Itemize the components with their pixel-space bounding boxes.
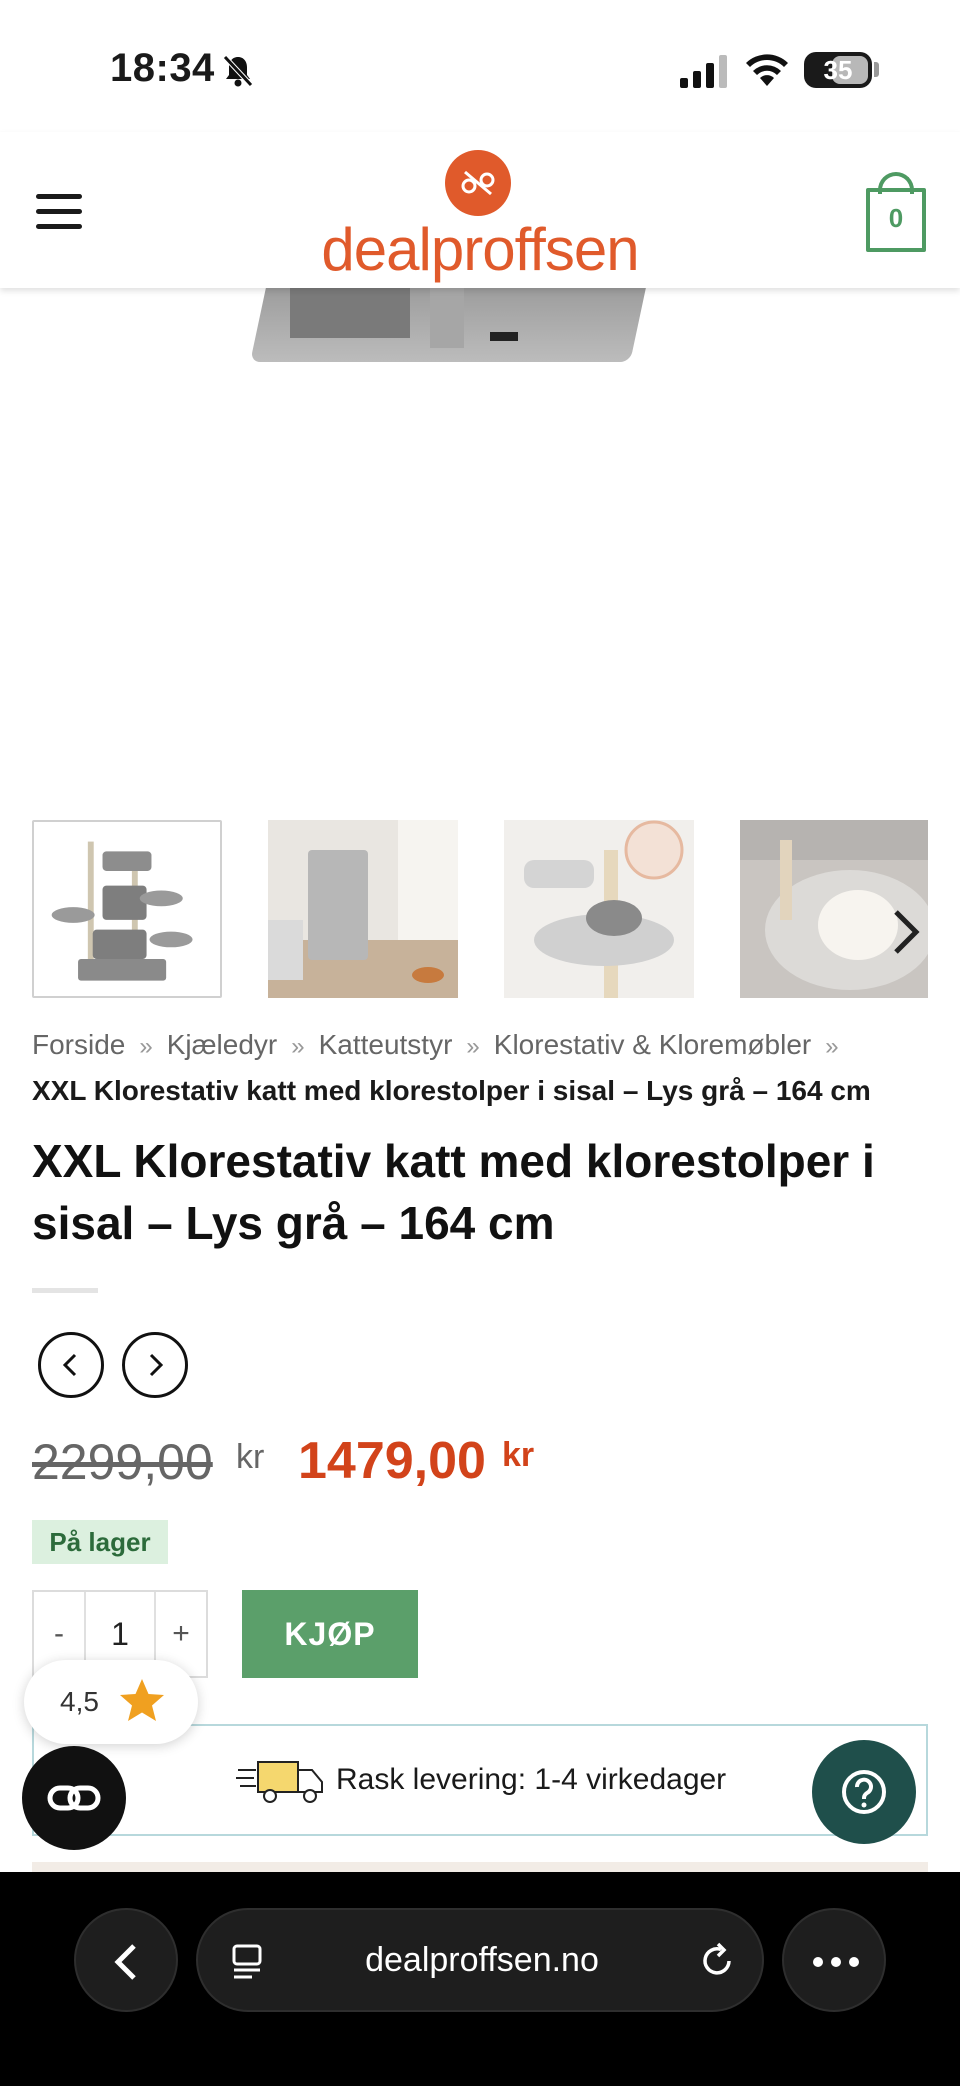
- link-icon: [47, 1785, 101, 1811]
- thumbnail-2[interactable]: [268, 820, 458, 998]
- cat-tree-post: [430, 288, 464, 348]
- browser-toolbar: dealproffsen.no: [0, 1872, 960, 2086]
- more-dots-icon: [813, 1957, 859, 1967]
- content-below: [32, 1862, 928, 1872]
- stock-badge: På lager: [32, 1520, 168, 1564]
- delivery-truck-icon: [236, 1761, 323, 1803]
- breadcrumb-item[interactable]: Katteutstyr: [319, 1029, 453, 1060]
- breadcrumb-separator: »: [825, 1033, 839, 1060]
- price-new: 1479,00: [298, 1432, 486, 1490]
- breadcrumb-item[interactable]: Forside: [32, 1029, 125, 1060]
- url-text: dealproffsen.no: [365, 1941, 599, 1979]
- breadcrumb-current: XXL Klorestativ katt med klorestolper i …: [32, 1075, 871, 1106]
- buy-button[interactable]: KJØP: [242, 1590, 418, 1678]
- bell-muted-icon: [223, 55, 253, 87]
- logo-mark-icon: [445, 150, 511, 216]
- cat-tree-label: [490, 332, 518, 341]
- previous-product-button[interactable]: [38, 1332, 104, 1398]
- reload-icon[interactable]: [696, 1940, 738, 1982]
- help-button[interactable]: [812, 1740, 916, 1844]
- product-title: XXL Klorestativ katt med klorestolper i …: [32, 1135, 875, 1249]
- battery-tip: [874, 62, 879, 77]
- wifi-icon: [746, 54, 788, 86]
- price-old-currency: kr: [236, 1438, 265, 1476]
- title-divider: [32, 1288, 98, 1293]
- question-icon: [842, 1770, 886, 1814]
- address-bar[interactable]: dealproffsen.no: [196, 1908, 764, 2012]
- link-button[interactable]: [22, 1746, 126, 1850]
- browser-back-button[interactable]: [74, 1908, 178, 2012]
- cat-tree-cube: [290, 288, 410, 338]
- star-icon: [120, 1679, 164, 1721]
- site-header: dealproffsen 0: [0, 132, 960, 288]
- more-options-button[interactable]: [782, 1908, 886, 2012]
- breadcrumb-separator: »: [139, 1033, 153, 1060]
- cart-count[interactable]: 0: [866, 188, 926, 252]
- chevron-left-icon: [114, 1944, 136, 1980]
- price-new-currency: kr: [502, 1436, 535, 1474]
- breadcrumb-separator: »: [291, 1033, 305, 1060]
- product-thumbnails: [32, 820, 928, 998]
- breadcrumb-item[interactable]: Kjæledyr: [167, 1029, 277, 1060]
- product-main-image[interactable]: [0, 288, 960, 808]
- breadcrumb: Forside » Kjæledyr » Katteutstyr » Klorestativ…: [32, 1024, 932, 1068]
- battery-level: 35: [823, 55, 853, 85]
- site-logo[interactable]: dealproffsen: [285, 132, 675, 288]
- chevron-right-icon[interactable]: [888, 906, 924, 958]
- status-bar: 18:34 35: [0, 0, 960, 132]
- delivery-text: Rask levering: 1-4 virkedager: [336, 1763, 727, 1796]
- battery-indicator: 35: [804, 52, 872, 88]
- breadcrumb-item[interactable]: Klorestativ & Kloremøbler: [494, 1029, 811, 1060]
- rating-widget[interactable]: 4,5: [24, 1660, 198, 1744]
- signal-icon: [680, 55, 727, 88]
- chevron-left-icon: [62, 1353, 77, 1377]
- thumbnail-3[interactable]: [504, 820, 694, 998]
- price-old: 2299,00: [32, 1434, 213, 1490]
- hamburger-icon[interactable]: [36, 194, 82, 230]
- status-time: 18:34: [110, 46, 215, 90]
- chevron-right-icon: [149, 1353, 164, 1377]
- rating-value: 4,5: [60, 1686, 99, 1717]
- breadcrumb-separator: »: [466, 1033, 480, 1060]
- next-product-button[interactable]: [122, 1332, 188, 1398]
- thumbnail-1[interactable]: [32, 820, 222, 998]
- logo-text: dealproffsen: [321, 216, 639, 283]
